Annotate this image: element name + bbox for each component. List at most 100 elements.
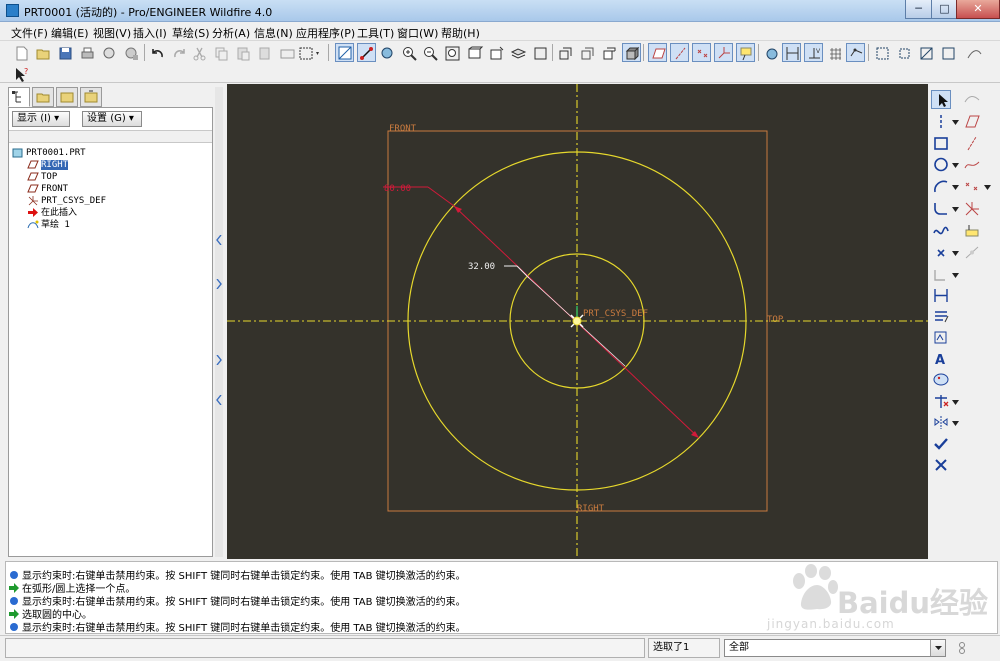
constraints-icon[interactable] bbox=[931, 328, 951, 347]
circle-icon[interactable] bbox=[931, 155, 951, 174]
tree-item-part[interactable]: PRT0001.PRT bbox=[12, 147, 86, 159]
select-box-icon[interactable] bbox=[297, 44, 322, 63]
thicken-icon[interactable] bbox=[962, 221, 982, 240]
tab-favorites[interactable] bbox=[56, 87, 78, 107]
menu-sketch[interactable]: 草绘(S) bbox=[172, 25, 210, 41]
spline-icon[interactable] bbox=[931, 221, 951, 240]
show-button[interactable]: 显示 (I) ▾ bbox=[12, 111, 70, 127]
text-icon[interactable]: A bbox=[931, 349, 951, 368]
saved-views-icon[interactable] bbox=[487, 44, 506, 63]
menu-view[interactable]: 视图(V) bbox=[93, 25, 131, 41]
expand-arrow-icon[interactable] bbox=[216, 355, 222, 365]
tree-item-front[interactable]: FRONT bbox=[27, 183, 68, 195]
construction-point-icon[interactable] bbox=[962, 243, 982, 262]
selection-filter-select[interactable]: 全部 bbox=[724, 639, 946, 657]
menu-edit[interactable]: 编辑(E) bbox=[51, 25, 89, 41]
rectangle-icon[interactable] bbox=[931, 134, 951, 153]
sketch-tool-icon[interactable] bbox=[357, 43, 376, 62]
save-icon[interactable] bbox=[56, 44, 75, 63]
paste-special-icon[interactable] bbox=[256, 44, 275, 63]
datum-plane-icon[interactable] bbox=[648, 43, 667, 62]
constraint-display-icon[interactable]: V bbox=[804, 43, 823, 62]
trim-flyout-arrow-icon[interactable] bbox=[952, 400, 959, 405]
resize-grip-icon[interactable] bbox=[955, 640, 969, 656]
csys-marker[interactable] bbox=[570, 306, 584, 328]
point-flyout-arrow-icon[interactable] bbox=[952, 251, 959, 256]
menu-window[interactable]: 窗口(W) bbox=[397, 25, 438, 41]
trim-icon[interactable] bbox=[931, 392, 951, 411]
close-button[interactable]: ✕ bbox=[956, 0, 1000, 19]
layers-icon[interactable] bbox=[509, 44, 528, 63]
collapse-arrow-icon[interactable] bbox=[216, 235, 222, 245]
tab-folder-browser[interactable] bbox=[32, 87, 54, 107]
menu-help[interactable]: 帮助(H) bbox=[441, 25, 480, 41]
tab-model-tree[interactable] bbox=[8, 87, 30, 107]
sketcher-display-icon[interactable] bbox=[378, 44, 397, 63]
tree-item-top[interactable]: TOP bbox=[27, 171, 57, 183]
tab-connections[interactable] bbox=[80, 87, 102, 107]
fillet-flyout-arrow-icon[interactable] bbox=[952, 207, 959, 212]
regenerate-icon[interactable] bbox=[278, 44, 297, 63]
intent-manager-icon[interactable] bbox=[873, 44, 892, 63]
chevron-down-icon[interactable] bbox=[930, 640, 945, 656]
new-file-icon[interactable] bbox=[12, 44, 31, 63]
graphics-window[interactable]: FRONT TOP RIGHT 80.00 32.00 PRT_CSYS_DEF bbox=[227, 84, 928, 559]
undo-icon[interactable] bbox=[148, 44, 167, 63]
collapse-arrow-icon[interactable] bbox=[216, 395, 222, 405]
zoom-out-icon[interactable] bbox=[421, 44, 440, 63]
mirror-icon[interactable] bbox=[931, 413, 951, 432]
sketch-diagnostic-icon[interactable] bbox=[965, 44, 984, 63]
circle-flyout-arrow-icon[interactable] bbox=[952, 163, 959, 168]
expand-arrow-icon[interactable] bbox=[216, 279, 222, 289]
done-checkmark-icon[interactable] bbox=[931, 434, 951, 453]
menu-analysis[interactable]: 分析(A) bbox=[212, 25, 250, 41]
outer-diameter-dim[interactable]: 80.00 bbox=[384, 184, 411, 194]
model-player-icon[interactable] bbox=[762, 44, 781, 63]
line-flyout-arrow-icon[interactable] bbox=[952, 120, 959, 125]
menu-applications[interactable]: 应用程序(P) bbox=[296, 25, 355, 41]
arc-flyout-arrow-icon[interactable] bbox=[952, 185, 959, 190]
zoom-in-icon[interactable] bbox=[400, 44, 419, 63]
email-icon[interactable] bbox=[100, 44, 119, 63]
whats-this-icon[interactable]: ? bbox=[12, 65, 31, 84]
datum-point-icon[interactable] bbox=[692, 43, 711, 62]
menu-insert[interactable]: 插入(I) bbox=[133, 25, 167, 41]
offset-flyout-arrow-icon[interactable] bbox=[952, 273, 959, 278]
hidden-line-icon[interactable] bbox=[578, 44, 597, 63]
refit-icon[interactable] bbox=[443, 44, 462, 63]
overlap-check-icon[interactable] bbox=[895, 44, 914, 63]
menu-info[interactable]: 信息(N) bbox=[254, 25, 293, 41]
palette-icon[interactable] bbox=[931, 370, 951, 389]
minimize-button[interactable]: ─ bbox=[905, 0, 932, 19]
csys-icon[interactable] bbox=[962, 199, 982, 218]
select-arrow-icon[interactable] bbox=[931, 90, 951, 109]
navigator-splitter[interactable] bbox=[215, 87, 223, 557]
annotation-icon[interactable] bbox=[736, 43, 755, 62]
print-icon[interactable] bbox=[78, 44, 97, 63]
datum-plane-icon[interactable] bbox=[962, 112, 982, 131]
menu-file[interactable]: 文件(F) bbox=[11, 25, 48, 41]
sketch-orient-icon[interactable] bbox=[335, 43, 354, 62]
mirror-flyout-arrow-icon[interactable] bbox=[952, 421, 959, 426]
point-icon[interactable] bbox=[931, 243, 951, 262]
modify-icon[interactable] bbox=[931, 307, 951, 326]
no-hidden-icon[interactable] bbox=[600, 44, 619, 63]
menu-tools[interactable]: 工具(T) bbox=[357, 25, 394, 41]
dim-display-icon[interactable] bbox=[782, 43, 801, 62]
point-flyout-arrow-icon[interactable] bbox=[984, 185, 991, 190]
redo-icon[interactable] bbox=[170, 44, 189, 63]
open-file-icon[interactable] bbox=[34, 44, 53, 63]
view-manager-icon[interactable] bbox=[531, 44, 550, 63]
email-attach-icon[interactable] bbox=[122, 44, 141, 63]
wireframe-icon[interactable] bbox=[556, 44, 575, 63]
quit-x-icon[interactable] bbox=[931, 455, 951, 474]
tree-item-insert-here[interactable]: 在此插入 bbox=[27, 207, 77, 219]
line-icon[interactable] bbox=[931, 112, 951, 131]
offset-edge-icon[interactable] bbox=[931, 265, 951, 284]
tree-item-sketch[interactable]: 草绘 1 bbox=[27, 219, 70, 231]
tree-item-right[interactable]: RIGHT bbox=[27, 159, 69, 171]
settings-button[interactable]: 设置 (G) ▾ bbox=[82, 111, 142, 127]
dimension-icon[interactable] bbox=[931, 286, 951, 305]
sketch-diagnostic-icon[interactable] bbox=[962, 90, 982, 109]
csys-icon[interactable] bbox=[714, 43, 733, 62]
